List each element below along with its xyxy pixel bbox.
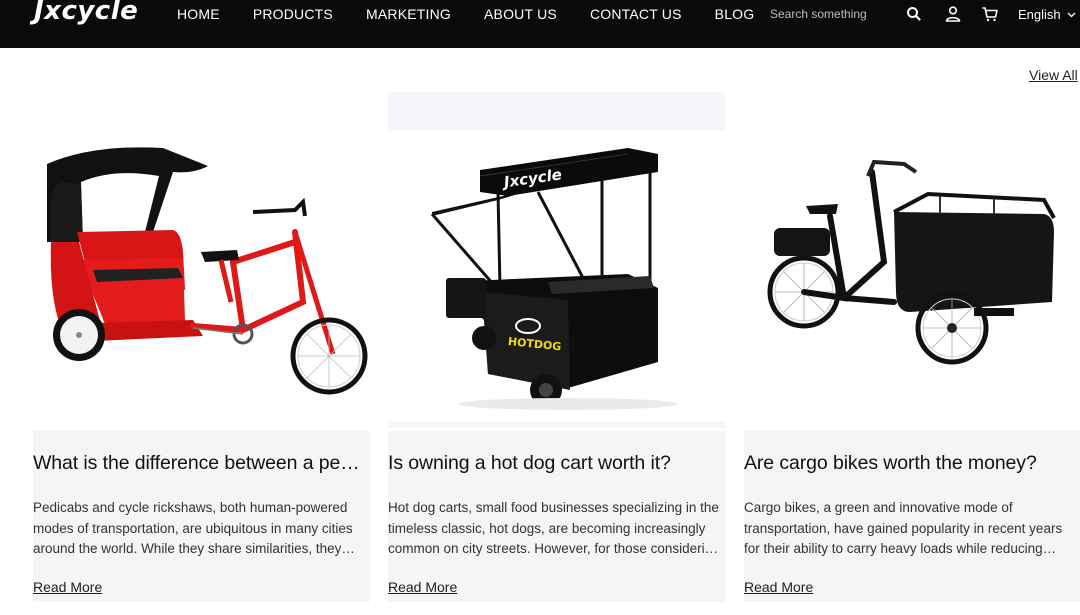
language-label: English (1018, 7, 1061, 22)
site-logo[interactable]: Jxcycle (34, 0, 138, 26)
cart-icon[interactable] (981, 5, 999, 23)
post-excerpt: Hot dog carts, small food businesses spe… (388, 500, 720, 556)
search-input[interactable] (770, 4, 900, 24)
post-image[interactable] (744, 92, 1080, 428)
post-image[interactable] (33, 92, 370, 428)
post-title[interactable]: What is the difference between a pedicab… (33, 452, 370, 475)
site-header: Jxcycle HOME PRODUCTS MARKETING ABOUT US… (0, 0, 1080, 48)
nav-home[interactable]: HOME (177, 6, 220, 22)
language-selector[interactable]: English (1018, 7, 1076, 22)
nav-marketing[interactable]: MARKETING (366, 6, 451, 22)
view-all-link[interactable]: View All (1029, 67, 1078, 83)
post-image[interactable]: Jxcycle HOTDOG (388, 92, 725, 428)
blog-card: What is the difference between a pedicab… (33, 92, 370, 602)
chevron-down-icon (1067, 12, 1076, 17)
nav-products[interactable]: PRODUCTS (253, 6, 333, 22)
red-pedicab-image (47, 147, 368, 395)
black-cargo-bike-image (767, 159, 1056, 365)
nav-blog[interactable]: BLOG (715, 6, 755, 22)
nav-contact-us[interactable]: CONTACT US (590, 6, 682, 22)
read-more-link[interactable]: Read More (744, 579, 813, 595)
read-more-link[interactable]: Read More (33, 579, 102, 595)
post-title[interactable]: Are cargo bikes worth the money? (744, 452, 1080, 475)
blog-card: Jxcycle HOTDOG Is owning a hot dog cart … (388, 92, 725, 602)
main-nav: HOME PRODUCTS MARKETING ABOUT US CONTACT… (177, 6, 787, 22)
user-icon[interactable] (944, 5, 962, 23)
post-title[interactable]: Is owning a hot dog cart worth it? (388, 452, 725, 475)
post-excerpt: Pedicabs and cycle rickshaws, both human… (33, 500, 353, 556)
read-more-link[interactable]: Read More (388, 579, 457, 595)
blog-card: Are cargo bikes worth the money? Cargo b… (744, 92, 1080, 602)
search-icon[interactable] (905, 5, 923, 23)
post-excerpt: Cargo bikes, a green and innovative mode… (744, 500, 1063, 556)
nav-about-us[interactable]: ABOUT US (484, 6, 557, 22)
hotdog-cart-image: Jxcycle HOTDOG (388, 92, 725, 422)
